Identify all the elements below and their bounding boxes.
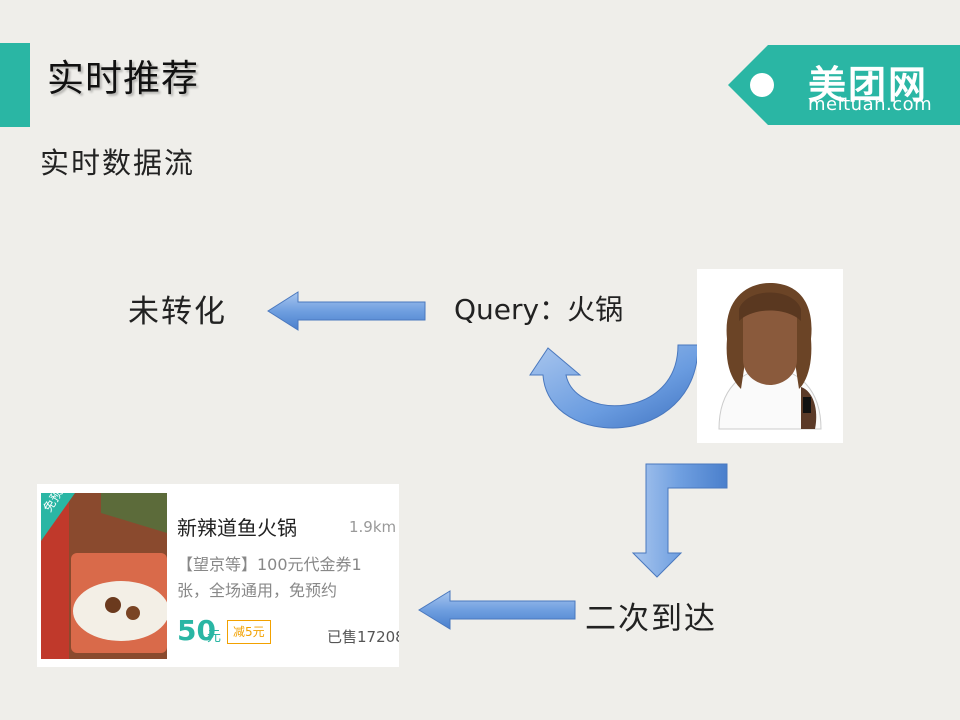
node-unconverted: 未转化 [128,294,227,330]
node-query: Query：火锅 [454,293,624,326]
deal-image [41,493,167,659]
arrow-user-to-second-arrival [631,463,728,578]
deal-discount-badge: 减5元 [227,620,271,644]
node-second-arrival: 二次到达 [585,601,717,637]
deal-distance: 1.9km [349,518,397,536]
user-avatar-panel [697,269,843,443]
arrow-to-unconverted [267,291,426,331]
arrow-to-deal [418,590,576,630]
arrow-user-to-query [529,344,699,429]
deal-sold-count: 已售17208 [327,628,399,646]
user-avatar-icon [718,283,822,430]
deal-card[interactable]: 免预约 新辣道鱼火锅 1.9km 【望京等】100元代金券1张，全场通用，免预约… [37,484,399,667]
deal-description: 【望京等】100元代金券1张，全场通用，免预约 [177,555,362,600]
deal-name: 新辣道鱼火锅 [177,516,297,540]
deal-price-unit: 元 [207,629,221,645]
